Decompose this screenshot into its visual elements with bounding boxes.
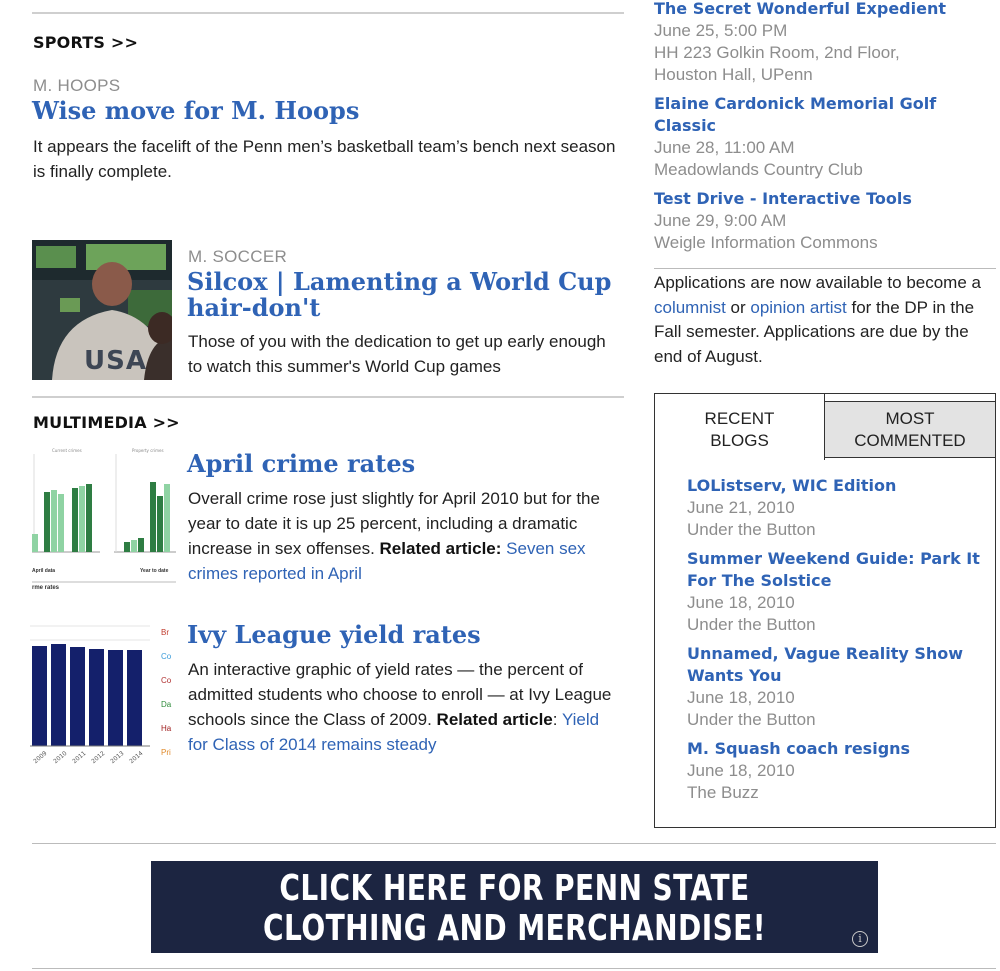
blog-name[interactable]: Under the Button: [687, 614, 816, 636]
blog-name[interactable]: Under the Button: [687, 519, 816, 541]
svg-text:2010: 2010: [52, 750, 68, 765]
event-location: Meadowlands Country Club: [654, 160, 863, 179]
svg-text:2011: 2011: [71, 750, 87, 765]
ad-headline: CLICK HERE FOR PENN STATE CLOTHING AND M…: [231, 869, 798, 949]
story-summary-silcox: Those of you with the dedication to get …: [188, 332, 606, 376]
sports-section-label[interactable]: SPORTS >>: [33, 33, 138, 52]
yield-legend-item: Co: [161, 676, 172, 685]
yield-rates-thumbnail[interactable]: 2009 2010 2011 2012 2013 2014 Br Co Co D…: [30, 622, 178, 766]
promo-text-1: Applications are now available to become…: [654, 273, 981, 292]
blog-post-title[interactable]: Summer Weekend Guide: Park It For The So…: [687, 548, 987, 592]
multimedia-headline-crime-rates[interactable]: April crime rates: [187, 451, 415, 477]
promo-text-2: or: [725, 297, 751, 317]
crime-chart-caption-right: Year to date: [140, 568, 169, 574]
yield-related-label: Related article: [436, 710, 553, 729]
blog-post-date: June 18, 2010: [687, 761, 795, 780]
yield-legend-item: Da: [161, 700, 172, 709]
crime-chart-caption-bottom: rme rates: [32, 585, 60, 591]
tab-recent-blogs[interactable]: RECENT BLOGS: [654, 393, 825, 460]
yield-legend-item: Ha: [161, 724, 172, 733]
blog-post-date: June 18, 2010: [687, 593, 795, 612]
svg-text:2013: 2013: [109, 750, 125, 765]
blog-post-title[interactable]: Unnamed, Vague Reality Show Wants You: [687, 643, 977, 687]
story-headline-silcox[interactable]: Silcox | Lamenting a World Cup hair-don'…: [187, 269, 617, 321]
tab-most-label-line1: MOST: [885, 409, 935, 428]
event-date: June 25, 5:00 PM: [654, 21, 788, 40]
story-headline-m-hoops[interactable]: Wise move for M. Hoops: [32, 98, 359, 124]
ad-line-2: CLOTHING AND MERCHANDISE!: [263, 908, 766, 949]
event-date: June 28, 11:00 AM: [654, 138, 795, 157]
svg-text:2014: 2014: [128, 750, 144, 765]
thumbnail-shirt-text: USA: [84, 346, 147, 376]
top-divider-left: [32, 12, 624, 14]
event-title[interactable]: Test Drive - Interactive Tools: [654, 188, 912, 210]
blog-post-date: June 18, 2010: [687, 688, 795, 707]
tab-recent-label-line2: BLOGS: [710, 431, 769, 450]
tab-most-label-line2: COMMENTED: [854, 431, 966, 450]
multimedia-summary-yield-rates: An interactive graphic of yield rates — …: [188, 657, 616, 757]
sports-multimedia-divider: [32, 396, 624, 398]
blog-post-title[interactable]: LOListserv, WIC Edition: [687, 475, 896, 497]
opinion-artist-link[interactable]: opinion artist: [750, 298, 846, 317]
blog-name[interactable]: Under the Button: [687, 709, 816, 731]
event-title[interactable]: Elaine Cardonick Memorial Golf Classic: [654, 93, 954, 137]
yield-legend-item: Co: [161, 652, 172, 661]
story-kicker-m-soccer[interactable]: M. SOCCER: [188, 247, 287, 267]
event-location: Weigle Information Commons: [654, 233, 878, 252]
multimedia-summary-crime-rates: Overall crime rose just slightly for Apr…: [188, 486, 628, 586]
story-kicker-m-hoops[interactable]: M. HOOPS: [33, 76, 120, 96]
story-summary-m-hoops: It appears the facelift of the Penn men’…: [33, 137, 616, 181]
banner-bottom-divider: [32, 968, 996, 969]
banner-top-divider: [32, 843, 996, 844]
ad-line-1: CLICK HERE FOR PENN STATE: [279, 868, 750, 909]
event-title[interactable]: The Secret Wonderful Expedient: [654, 0, 984, 20]
crime-chart-caption-left: April data: [32, 568, 56, 574]
applications-promo: Applications are now available to become…: [654, 271, 998, 369]
blog-post-title[interactable]: M. Squash coach resigns: [687, 738, 910, 760]
blog-name[interactable]: The Buzz: [687, 782, 759, 804]
blog-post-date: June 21, 2010: [687, 498, 795, 517]
svg-text:2012: 2012: [90, 750, 106, 765]
yield-legend-item: Br: [161, 628, 169, 637]
svg-text:2009: 2009: [32, 750, 48, 765]
tab-most-commented[interactable]: MOST COMMENTED: [825, 401, 996, 458]
yield-related-colon: :: [552, 710, 558, 729]
svg-text:Property crimes: Property crimes: [132, 448, 164, 453]
crime-related-label: Related article:: [379, 539, 502, 558]
penn-state-merchandise-ad[interactable]: CLICK HERE FOR PENN STATE CLOTHING AND M…: [151, 861, 878, 953]
yield-legend-item: Pri: [161, 748, 171, 757]
multimedia-section-label[interactable]: MULTIMEDIA >>: [33, 413, 180, 432]
crime-rates-thumbnail[interactable]: Current crimes Property crimes April dat…: [30, 444, 178, 594]
svg-text:Current crimes: Current crimes: [52, 448, 82, 453]
event-location: HH 223 Golkin Room, 2nd Floor, Houston H…: [654, 43, 900, 84]
multimedia-headline-yield-rates[interactable]: Ivy League yield rates: [187, 622, 481, 648]
yield-bar-chart-icon: 2009 2010 2011 2012 2013 2014: [30, 625, 150, 765]
ad-info-icon[interactable]: i: [852, 931, 868, 947]
story-thumbnail-world-cup[interactable]: USA: [32, 240, 172, 380]
events-promo-divider: [654, 268, 996, 269]
columnist-link[interactable]: columnist: [654, 298, 726, 317]
event-date: June 29, 9:00 AM: [654, 211, 787, 230]
tab-recent-label-line1: RECENT: [704, 409, 775, 428]
